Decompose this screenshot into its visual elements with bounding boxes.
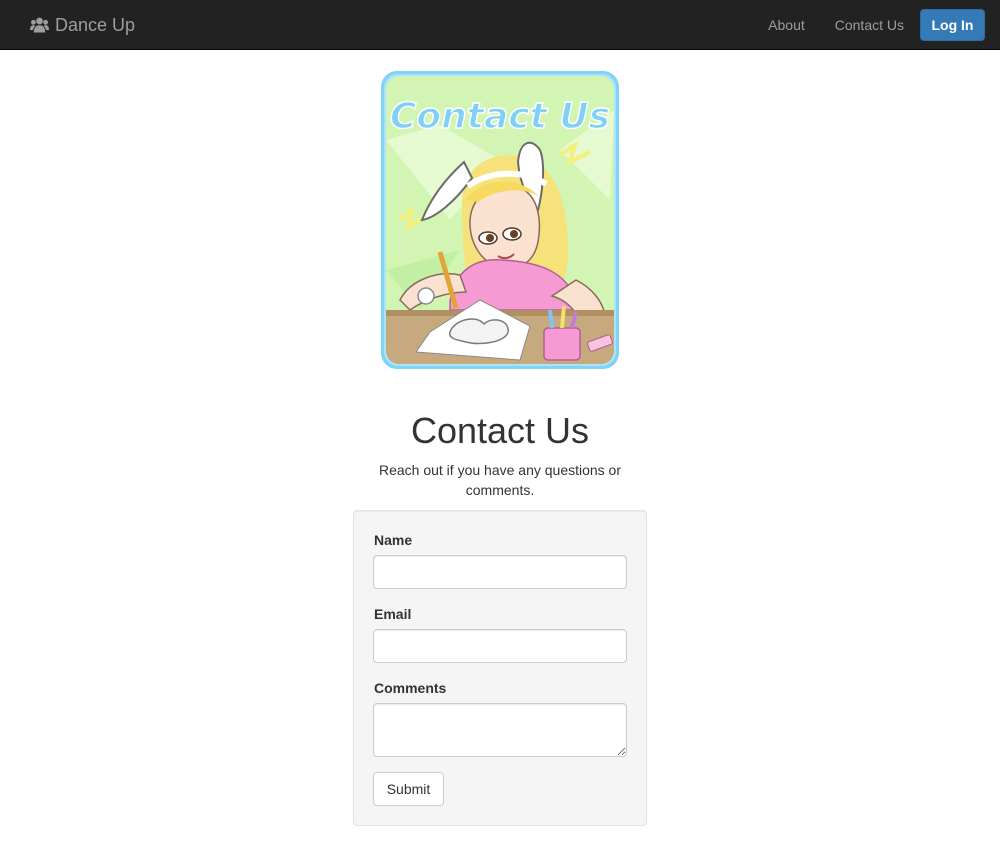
contact-form: Name Email Comments Submit <box>353 510 647 826</box>
brand-link[interactable]: Dance Up <box>30 0 135 50</box>
page-subtitle: Reach out if you have any questions or c… <box>378 462 622 498</box>
submit-button[interactable]: Submit <box>373 772 444 806</box>
name-label: Name <box>374 532 413 548</box>
email-label: Email <box>374 606 412 622</box>
nav-links: About Contact Us Log In <box>753 0 985 50</box>
illustration-caption: Contact Us <box>390 96 610 137</box>
email-field[interactable] <box>373 629 627 663</box>
comments-field[interactable] <box>373 703 627 757</box>
contact-illustration: Contact Us <box>380 70 620 370</box>
page-title: Contact Us <box>410 410 590 451</box>
nav-link-contact[interactable]: Contact Us <box>820 0 919 50</box>
login-button[interactable]: Log In <box>920 9 985 41</box>
users-icon <box>30 17 49 33</box>
brand-label: Dance Up <box>55 14 136 35</box>
name-field[interactable] <box>373 555 627 589</box>
nav-link-about[interactable]: About <box>753 0 820 50</box>
comments-label: Comments <box>374 680 447 696</box>
top-navbar: Dance Up About Contact Us Log In <box>0 0 1000 50</box>
